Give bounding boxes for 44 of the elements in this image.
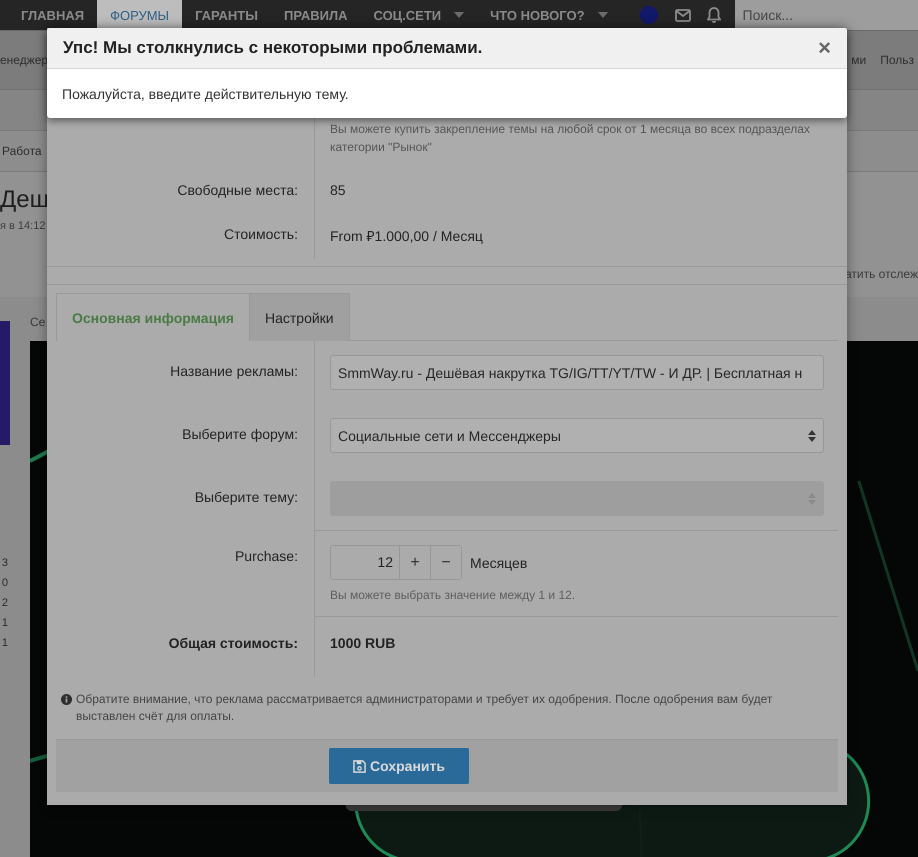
hint-text: Вы можете выбрать значение между 1 и 12. [330,587,576,604]
save-button[interactable]: Сохранить [329,748,469,784]
info-text: Вы можете купить закрепление темы на любой срок от 1 месяца во всех подразделах категории "Рынок" [330,122,810,154]
count-text: 0 [2,576,9,591]
breadcrumb-link[interactable]: Работа [2,144,42,158]
search-field[interactable]: Поиск... [734,0,918,30]
subnav-link[interactable]: Польз [880,53,914,67]
field-label: Выберите форум: [182,426,298,442]
tab[interactable]: Настройки [250,293,350,341]
field-value: From ₽1.000,00 / Месяц [330,228,483,244]
count-text: 2 [2,596,9,611]
mail-icon[interactable] [674,8,691,22]
info-icon [61,694,72,705]
field-value: 85 [330,182,346,198]
thread-title: Деш [0,186,49,214]
thread-meta: я в 14:12 [0,220,46,232]
unit-label: Месяцев [470,554,528,570]
nav-tab[interactable]: ЧТО НОВОГО? [477,0,621,30]
close-button[interactable]: × [818,37,831,59]
bell-icon[interactable] [706,7,721,23]
nav-tab[interactable]: ФОРУМЫ [97,0,182,30]
field-label: Название рекламы: [170,363,298,379]
field-label: Purchase: [234,548,298,564]
count-text: 1 [2,616,9,631]
floppy-icon [353,760,366,772]
up-down-arrows-icon [808,430,816,442]
nav-tab[interactable]: ГЛАВНАЯ [8,0,98,30]
field-label: Общая стоимость: [168,635,298,651]
note-text: Обратите внимание, что реклама рассматривается администраторами и требует их одобрения. После одобрения вам будет выставлен счёт для оплаты. [76,691,774,725]
subnav-link[interactable]: енеджер [0,53,48,67]
nav-tab[interactable]: ПРАВИЛА [270,0,360,30]
count-text: 3 [2,556,9,571]
dialog-title: Упс! Мы столкнулись с некоторыми проблемами. [63,38,482,58]
total-value: 1000 RUB [330,635,396,651]
error-message: Пожалуйста, введите действительную тему. [62,86,349,102]
field-label: Стоимость: [224,226,298,242]
subnav-link[interactable]: ми [851,53,866,67]
title-input[interactable]: SmmWay.ru - Дешёвая накрутка TG/IG/TT/YT/TW - И ДР. | Бесплатная н [330,355,824,390]
field-label: Выберите тему: [194,489,298,505]
count-text: 1 [2,636,9,651]
forum-select[interactable]: Социальные сети и Мессенджеры [330,418,824,453]
nav-tab[interactable]: ГАРАНТЫ [182,0,271,30]
field-label: Свободные места: [177,182,298,198]
nav-tab[interactable]: СОЦ.СЕТИ [360,0,478,30]
